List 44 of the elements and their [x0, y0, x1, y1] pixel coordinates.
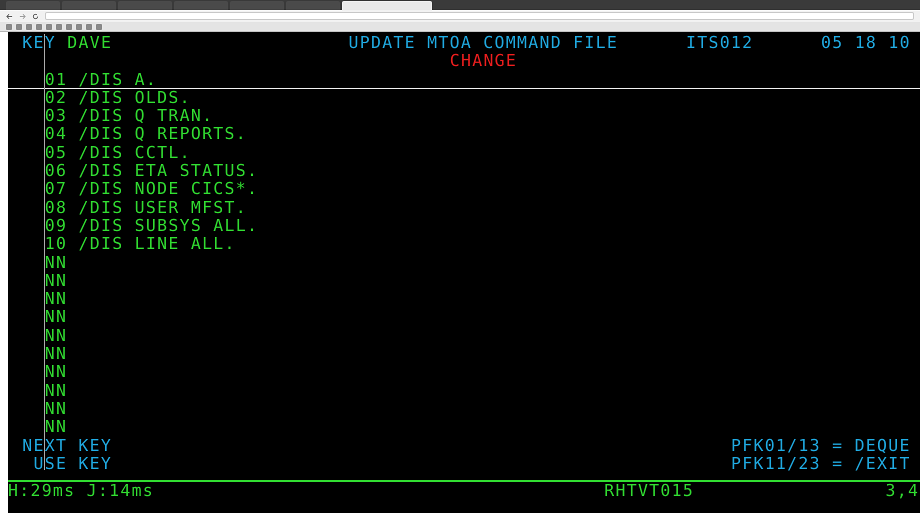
command-input-field[interactable]: /DIS ETA STATUS.	[78, 162, 258, 180]
entry-number-field[interactable]: NN	[44, 418, 68, 437]
entry-number-field[interactable]: 03	[44, 107, 68, 126]
entry-number-field[interactable]: 10	[44, 235, 68, 254]
command-input-field[interactable]: /DIS USER MFST.	[78, 198, 248, 217]
pf-key-hint: PFK11/23 = /EXIT	[731, 454, 911, 474]
program-id: ITS012	[686, 34, 754, 52]
command-input-field[interactable]: /DIS SUBSYS ALL.	[78, 216, 258, 236]
command-input-field[interactable]: /DIS NODE CICS*.	[78, 180, 258, 199]
back-arrow-icon[interactable]	[6, 12, 13, 20]
entry-number-field[interactable]: NN	[44, 345, 68, 364]
pf-key-hint: PFK01/13 = DEQUE	[731, 436, 911, 455]
command-input-field[interactable]: /DIS Q REPORTS.	[78, 125, 248, 144]
terminal-id: RHTVT015	[604, 482, 694, 500]
entry-number-field[interactable]: 07	[44, 180, 68, 199]
entry-number-field[interactable]: NN	[44, 382, 68, 400]
entry-number-field[interactable]: 09	[44, 216, 68, 236]
cursor-position: 3,4	[886, 482, 920, 500]
entry-number-field[interactable]: NN	[44, 400, 68, 418]
screen-title: UPDATE MTOA COMMAND FILE	[348, 34, 618, 52]
command-input-field[interactable]: /DIS LINE ALL.	[78, 235, 236, 254]
mode-indicator: CHANGE	[450, 52, 518, 71]
response-time: H:29ms J:14ms	[8, 482, 154, 500]
entry-number-field[interactable]: 04	[44, 125, 68, 144]
entry-number-field[interactable]: 01	[44, 70, 68, 89]
command-input-field[interactable]: /DIS CCTL.	[78, 144, 191, 162]
entry-number-field[interactable]: NN	[44, 326, 68, 346]
entry-number-field[interactable]: 08	[44, 198, 68, 217]
entry-number-field[interactable]: NN	[44, 363, 68, 382]
key-input-field[interactable]: DAVE	[67, 34, 112, 52]
entry-number-field[interactable]: NN	[44, 308, 68, 327]
screen-date: 05 18 10	[821, 34, 911, 52]
entry-number-field[interactable]: NN	[44, 290, 68, 308]
entry-number-field[interactable]: NN	[44, 254, 68, 272]
entry-number-field[interactable]: NN	[44, 272, 68, 290]
entry-number-field[interactable]: 02	[44, 88, 68, 108]
command-input-field[interactable]: /DIS OLDS.	[78, 88, 191, 108]
entry-number-field[interactable]: 06	[44, 162, 68, 180]
forward-arrow-icon[interactable]	[19, 12, 26, 20]
reload-icon[interactable]	[32, 12, 39, 20]
command-input-field[interactable]: /DIS Q TRAN.	[78, 107, 214, 126]
command-input-field[interactable]: /DIS A.	[78, 70, 158, 89]
entry-number-field[interactable]: 05	[44, 144, 68, 162]
address-bar[interactable]	[45, 12, 914, 20]
